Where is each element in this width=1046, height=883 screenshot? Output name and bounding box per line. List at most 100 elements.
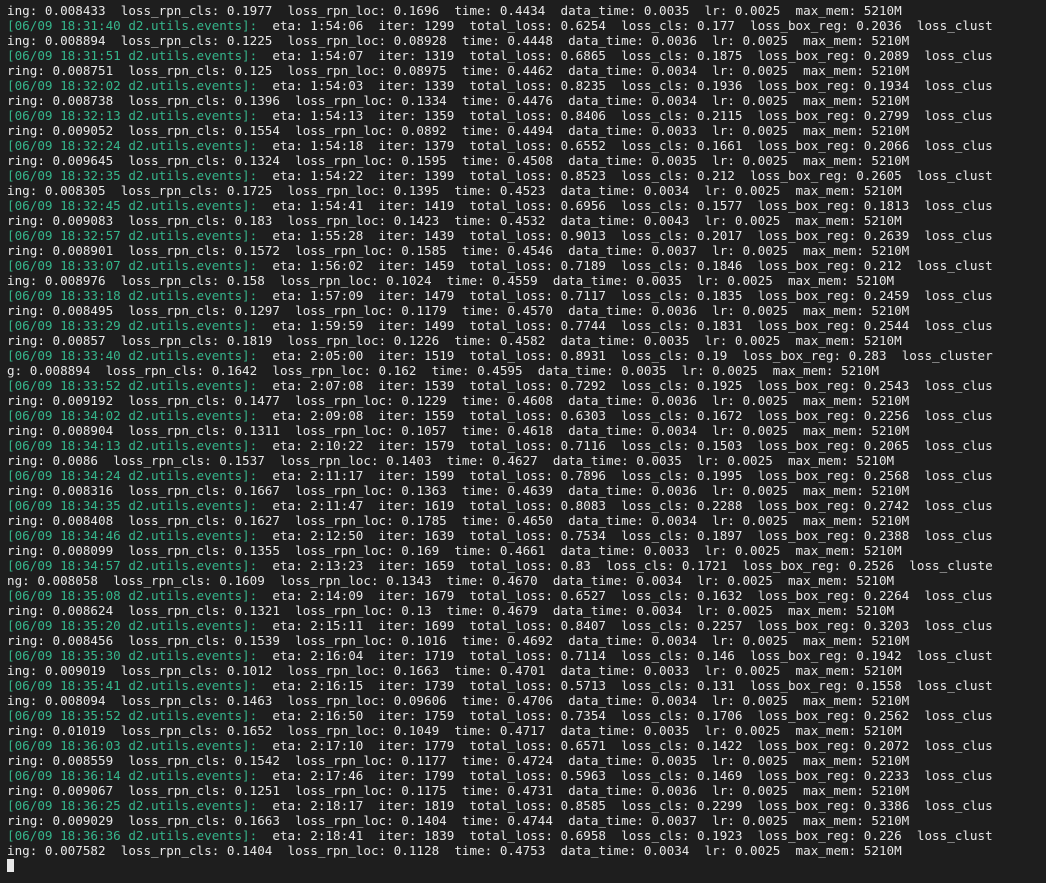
log-line-text: eta: 1:55:28 iter: 1439 total_loss: 0.90… [257,228,993,243]
log-line-text: eta: 1:57:09 iter: 1479 total_loss: 0.71… [257,288,993,303]
log-line: [06/09 18:32:57 d2.utils.events]: eta: 1… [7,228,993,243]
log-line-prefix: [06/09 18:36:36 d2.utils.events]: [7,828,258,843]
log-line-text: ing: 0.008433 loss_rpn_cls: 0.1977 loss_… [7,3,902,18]
log-line: ing: 0.008094 loss_rpn_cls: 0.1463 loss_… [7,693,993,708]
log-line-text: ing: 0.009019 loss_rpn_cls: 0.1012 loss_… [7,663,902,678]
log-line: ing: 0.007582 loss_rpn_cls: 0.1404 loss_… [7,843,993,858]
log-line-text: eta: 1:54:13 iter: 1359 total_loss: 0.84… [257,108,993,123]
log-line: [06/09 18:36:03 d2.utils.events]: eta: 2… [7,738,993,753]
log-line-text: eta: 1:54:07 iter: 1319 total_loss: 0.68… [257,48,993,63]
log-line-text: eta: 1:54:18 iter: 1379 total_loss: 0.65… [257,138,993,153]
log-line: [06/09 18:34:24 d2.utils.events]: eta: 2… [7,468,993,483]
log-line-text: ring: 0.008901 loss_rpn_cls: 0.1572 loss… [7,243,910,258]
log-line: ing: 0.008305 loss_rpn_cls: 0.1725 loss_… [7,183,993,198]
log-line: ring: 0.008901 loss_rpn_cls: 0.1572 loss… [7,243,993,258]
log-line-prefix: [06/09 18:33:18 d2.utils.events]: [7,288,258,303]
log-line-prefix: [06/09 18:35:20 d2.utils.events]: [7,618,258,633]
log-line-text: ring: 0.009192 loss_rpn_cls: 0.1477 loss… [7,393,910,408]
log-line-text: ring: 0.009645 loss_rpn_cls: 0.1324 loss… [7,153,910,168]
log-line-text: ring: 0.009029 loss_rpn_cls: 0.1663 loss… [7,813,910,828]
log-line-text: eta: 1:56:02 iter: 1459 total_loss: 0.71… [257,258,993,273]
log-line-text: ring: 0.009052 loss_rpn_cls: 0.1554 loss… [7,123,910,138]
log-line-prefix: [06/09 18:32:13 d2.utils.events]: [7,108,258,123]
log-line: [06/09 18:33:40 d2.utils.events]: eta: 2… [7,348,993,363]
log-line-prefix: [06/09 18:35:52 d2.utils.events]: [7,708,258,723]
terminal-window[interactable]: ing: 0.008433 loss_rpn_cls: 0.1977 loss_… [0,0,1046,883]
log-line: [06/09 18:32:02 d2.utils.events]: eta: 1… [7,78,993,93]
log-line: ring: 0.008904 loss_rpn_cls: 0.1311 loss… [7,423,993,438]
log-line-prefix: [06/09 18:34:57 d2.utils.events]: [7,558,258,573]
log-line-text: eta: 1:54:22 iter: 1399 total_loss: 0.85… [257,168,993,183]
log-line-text: eta: 2:07:08 iter: 1539 total_loss: 0.72… [257,378,993,393]
log-line: [06/09 18:35:30 d2.utils.events]: eta: 2… [7,648,993,663]
log-line-text: eta: 2:09:08 iter: 1559 total_loss: 0.63… [257,408,993,423]
log-line: [06/09 18:34:02 d2.utils.events]: eta: 2… [7,408,993,423]
log-line-prefix: [06/09 18:36:03 d2.utils.events]: [7,738,258,753]
log-line: g: 0.008894 loss_rpn_cls: 0.1642 loss_rp… [7,363,993,378]
log-line: ring: 0.009067 loss_rpn_cls: 0.1251 loss… [7,783,993,798]
log-line-text: ring: 0.008456 loss_rpn_cls: 0.1539 loss… [7,633,910,648]
log-line: ring: 0.009029 loss_rpn_cls: 0.1663 loss… [7,813,993,828]
log-line: [06/09 18:32:35 d2.utils.events]: eta: 1… [7,168,993,183]
log-line-text: ing: 0.008894 loss_rpn_cls: 0.1225 loss_… [7,33,910,48]
log-line-prefix: [06/09 18:34:46 d2.utils.events]: [7,528,258,543]
log-line-text: ring: 0.008408 loss_rpn_cls: 0.1627 loss… [7,513,910,528]
log-line-text: eta: 2:17:46 iter: 1799 total_loss: 0.59… [257,768,993,783]
log-line-text: eta: 2:12:50 iter: 1639 total_loss: 0.75… [257,528,993,543]
log-line: ring: 0.008316 loss_rpn_cls: 0.1667 loss… [7,483,993,498]
log-line-text: eta: 1:54:03 iter: 1339 total_loss: 0.82… [257,78,993,93]
log-line: ring: 0.00857 loss_rpn_cls: 0.1819 loss_… [7,333,993,348]
log-line-prefix: [06/09 18:33:07 d2.utils.events]: [7,258,258,273]
log-line-text: ing: 0.008094 loss_rpn_cls: 0.1463 loss_… [7,693,910,708]
log-line: ring: 0.008099 loss_rpn_cls: 0.1355 loss… [7,543,993,558]
log-line: [06/09 18:36:36 d2.utils.events]: eta: 2… [7,828,993,843]
log-line: [06/09 18:33:52 d2.utils.events]: eta: 2… [7,378,993,393]
log-line-prefix: [06/09 18:35:08 d2.utils.events]: [7,588,258,603]
prompt-line[interactable] [7,858,993,873]
log-line: [06/09 18:34:35 d2.utils.events]: eta: 2… [7,498,993,513]
log-line: ring: 0.009052 loss_rpn_cls: 0.1554 loss… [7,123,993,138]
log-line: [06/09 18:35:08 d2.utils.events]: eta: 2… [7,588,993,603]
log-line: ring: 0.008495 loss_rpn_cls: 0.1297 loss… [7,303,993,318]
log-line-text: ring: 0.008904 loss_rpn_cls: 0.1311 loss… [7,423,910,438]
log-line: ring: 0.009645 loss_rpn_cls: 0.1324 loss… [7,153,993,168]
log-line-text: ring: 0.008559 loss_rpn_cls: 0.1542 loss… [7,753,910,768]
log-line: [06/09 18:32:13 d2.utils.events]: eta: 1… [7,108,993,123]
log-line-text: ng: 0.008058 loss_rpn_cls: 0.1609 loss_r… [7,573,895,588]
log-line-text: eta: 2:16:50 iter: 1759 total_loss: 0.73… [257,708,993,723]
log-line-text: ring: 0.01019 loss_rpn_cls: 0.1652 loss_… [7,723,902,738]
log-line-text: eta: 1:54:06 iter: 1299 total_loss: 0.62… [257,18,993,33]
log-line-text: ing: 0.008305 loss_rpn_cls: 0.1725 loss_… [7,183,902,198]
log-line-text: eta: 2:05:00 iter: 1519 total_loss: 0.89… [257,348,993,363]
log-line-text: eta: 2:11:47 iter: 1619 total_loss: 0.80… [257,498,993,513]
log-line: [06/09 18:36:14 d2.utils.events]: eta: 2… [7,768,993,783]
log-line-text: ring: 0.008316 loss_rpn_cls: 0.1667 loss… [7,483,910,498]
log-line-prefix: [06/09 18:34:13 d2.utils.events]: [7,438,258,453]
log-line-text: eta: 2:10:22 iter: 1579 total_loss: 0.71… [257,438,993,453]
log-line: [06/09 18:33:29 d2.utils.events]: eta: 1… [7,318,993,333]
log-line-text: eta: 1:59:59 iter: 1499 total_loss: 0.77… [257,318,993,333]
log-line: ring: 0.008738 loss_rpn_cls: 0.1396 loss… [7,93,993,108]
log-line: ring: 0.008559 loss_rpn_cls: 0.1542 loss… [7,753,993,768]
log-line-text: eta: 2:16:04 iter: 1719 total_loss: 0.71… [257,648,993,663]
log-line-prefix: [06/09 18:36:25 d2.utils.events]: [7,798,258,813]
log-line: [06/09 18:36:25 d2.utils.events]: eta: 2… [7,798,993,813]
log-line: [06/09 18:35:41 d2.utils.events]: eta: 2… [7,678,993,693]
log-line-prefix: [06/09 18:34:02 d2.utils.events]: [7,408,258,423]
log-line-text: ring: 0.008738 loss_rpn_cls: 0.1396 loss… [7,93,910,108]
log-line-text: ring: 0.008751 loss_rpn_cls: 0.125 loss_… [7,63,910,78]
log-line-text: eta: 2:13:23 iter: 1659 total_loss: 0.83… [257,558,993,573]
log-line: [06/09 18:35:52 d2.utils.events]: eta: 2… [7,708,993,723]
log-line: ring: 0.008408 loss_rpn_cls: 0.1627 loss… [7,513,993,528]
log-line: [06/09 18:33:18 d2.utils.events]: eta: 1… [7,288,993,303]
log-line-text: eta: 2:15:11 iter: 1699 total_loss: 0.84… [257,618,993,633]
log-line-prefix: [06/09 18:32:02 d2.utils.events]: [7,78,258,93]
log-line-text: ring: 0.008495 loss_rpn_cls: 0.1297 loss… [7,303,910,318]
log-line-text: ing: 0.008976 loss_rpn_cls: 0.158 loss_r… [7,273,895,288]
log-line-prefix: [06/09 18:32:24 d2.utils.events]: [7,138,258,153]
log-line-prefix: [06/09 18:33:40 d2.utils.events]: [7,348,258,363]
log-line-prefix: [06/09 18:35:41 d2.utils.events]: [7,678,258,693]
log-line: [06/09 18:31:40 d2.utils.events]: eta: 1… [7,18,993,33]
log-line-text: ring: 0.008624 loss_rpn_cls: 0.1321 loss… [7,603,895,618]
log-line-prefix: [06/09 18:36:14 d2.utils.events]: [7,768,258,783]
